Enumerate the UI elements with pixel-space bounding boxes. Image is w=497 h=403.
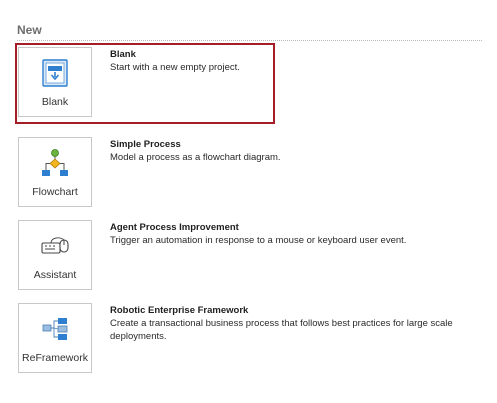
template-name: Robotic Enterprise Framework bbox=[110, 305, 249, 316]
template-name: Simple Process bbox=[110, 139, 181, 150]
blank-project-icon bbox=[42, 59, 68, 87]
template-simple-process[interactable]: Flowchart Simple Process Model a process… bbox=[16, 134, 481, 216]
template-description: Start with a new empty project. bbox=[110, 62, 240, 73]
tile-label: ReFramework bbox=[22, 352, 88, 364]
template-agent-process-improvement[interactable]: Assistant Agent Process Improvement Trig… bbox=[16, 217, 481, 299]
template-info: Blank Start with a new empty project. bbox=[110, 48, 485, 75]
section-header-new: New bbox=[17, 22, 482, 41]
template-description: Create a transactional business process … bbox=[110, 318, 453, 342]
template-tile[interactable]: Blank bbox=[18, 47, 92, 117]
template-description: Model a process as a flowchart diagram. bbox=[110, 152, 281, 163]
tile-label: Assistant bbox=[33, 269, 77, 281]
template-name: Blank bbox=[110, 49, 136, 60]
template-robotic-enterprise-framework[interactable]: ReFramework Robotic Enterprise Framework… bbox=[16, 300, 481, 382]
tile-label: Flowchart bbox=[32, 186, 78, 198]
template-tile[interactable]: ReFramework bbox=[18, 303, 92, 373]
keyboard-mouse-icon bbox=[41, 237, 69, 254]
section-title: New bbox=[17, 23, 42, 37]
template-info: Agent Process Improvement Trigger an aut… bbox=[110, 221, 485, 248]
template-tile[interactable]: Flowchart bbox=[18, 137, 92, 207]
template-name: Agent Process Improvement bbox=[110, 222, 239, 233]
flowchart-icon bbox=[42, 149, 68, 176]
reframework-icon bbox=[42, 318, 68, 340]
template-info: Simple Process Model a process as a flow… bbox=[110, 138, 485, 165]
template-blank[interactable]: Blank Blank Start with a new empty proje… bbox=[15, 43, 481, 126]
template-tile[interactable]: Assistant bbox=[18, 220, 92, 290]
template-description: Trigger an automation in response to a m… bbox=[110, 235, 407, 246]
template-info: Robotic Enterprise Framework Create a tr… bbox=[110, 304, 485, 343]
tile-label: Blank bbox=[41, 96, 69, 108]
